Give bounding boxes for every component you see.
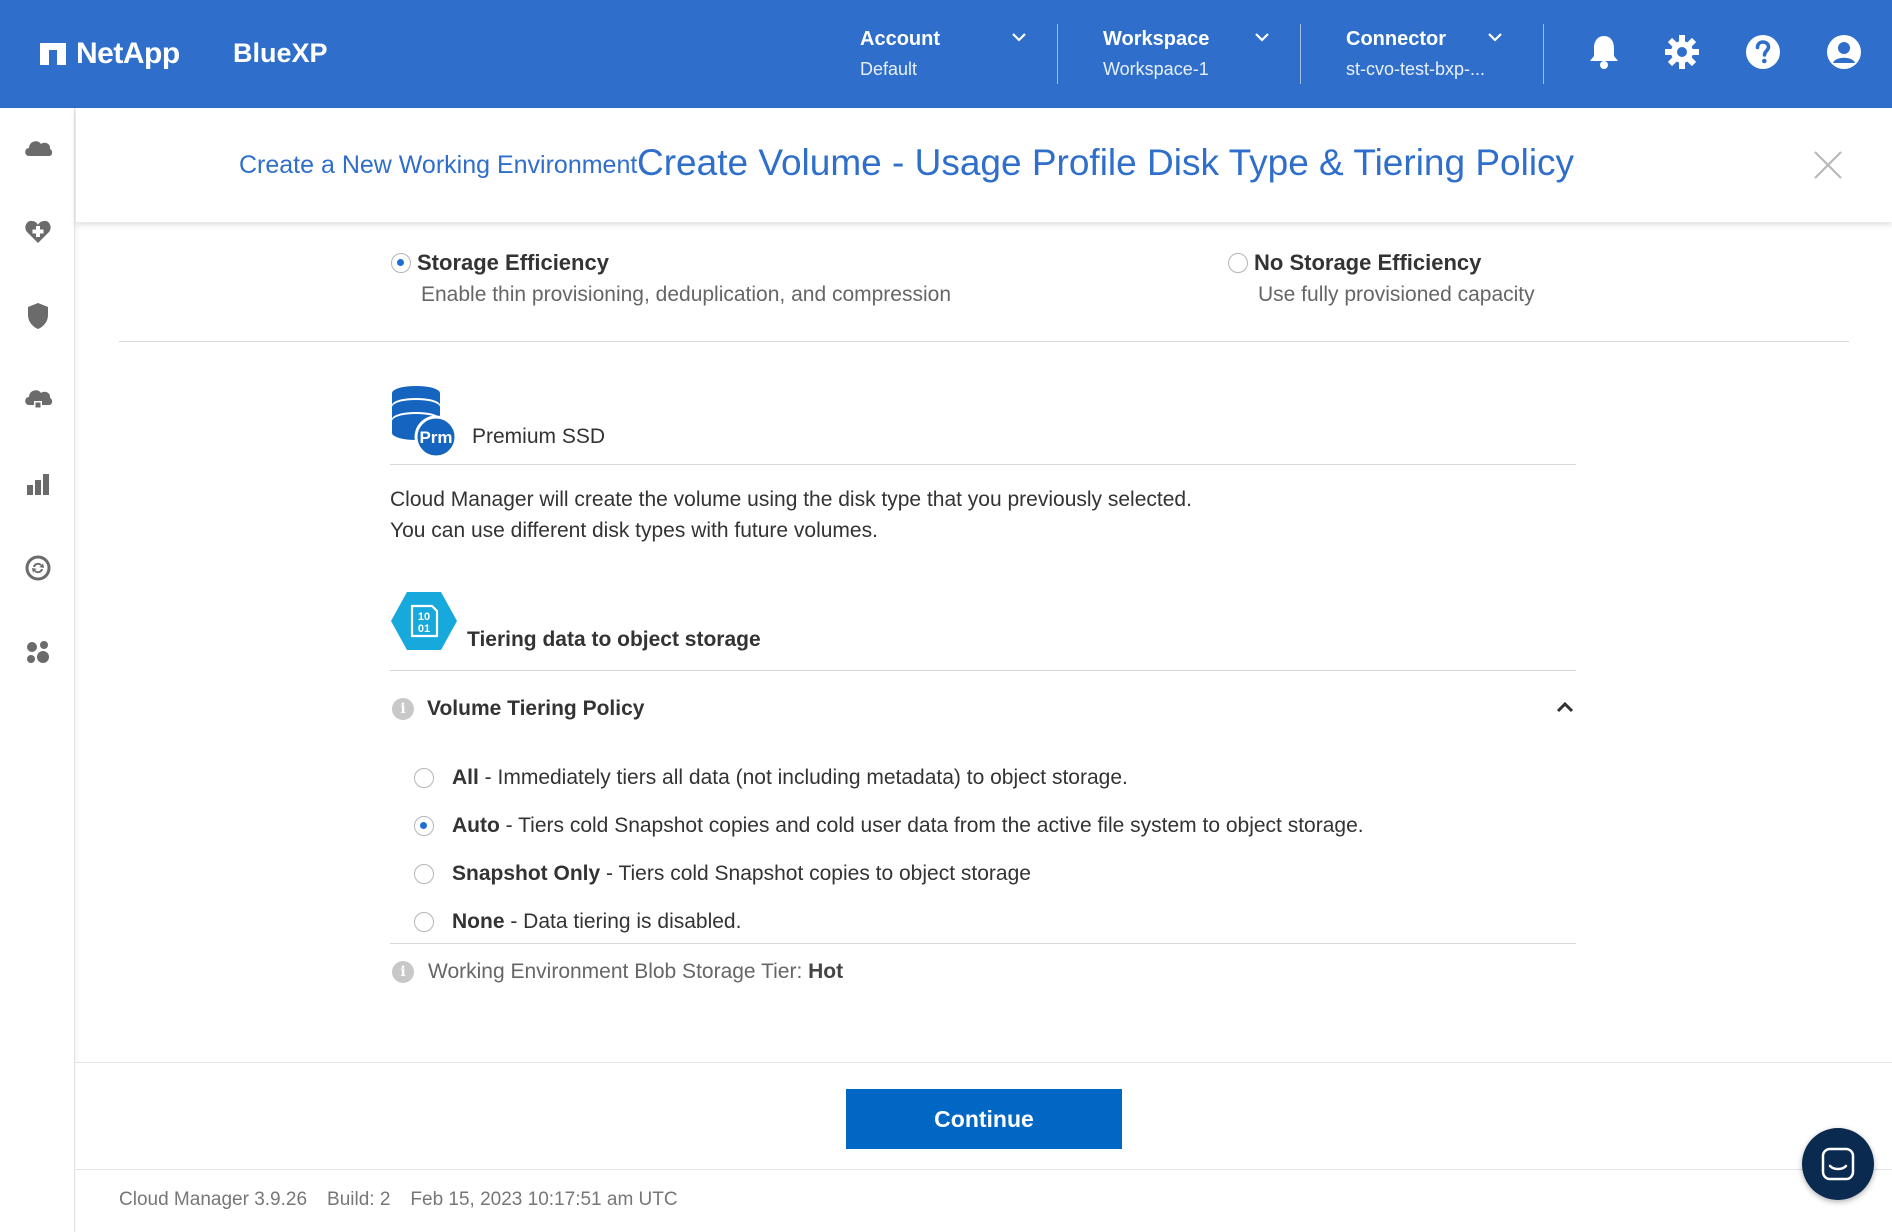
netapp-logo[interactable]: NetApp	[40, 34, 180, 74]
tiering-all-radio[interactable]	[414, 768, 434, 788]
account-selector[interactable]: Account Default	[860, 24, 1050, 84]
workspace-selector[interactable]: Workspace Workspace-1	[1103, 24, 1293, 84]
tiering-auto-radio[interactable]	[414, 816, 434, 836]
disk-description-line-2: You can use different disk types with fu…	[390, 519, 878, 542]
gear-icon[interactable]	[1662, 32, 1702, 72]
tiering-option-description: - Data tiering is disabled.	[504, 910, 742, 933]
bell-icon[interactable]	[1584, 32, 1624, 72]
storage-icon[interactable]	[20, 130, 56, 166]
applications-icon[interactable]	[20, 634, 56, 670]
workspace-value: Workspace-1	[1103, 59, 1209, 79]
tiering-option-description: - Tiers cold Snapshot copies to object s…	[600, 862, 1031, 885]
governance-icon[interactable]	[20, 382, 56, 418]
premium-ssd-disk-icon: Prm	[392, 386, 458, 457]
version-text: Cloud Manager 3.9.26	[119, 1189, 308, 1210]
info-icon[interactable]: i	[392, 698, 414, 720]
disk-description-line-1: Cloud Manager will create the volume usi…	[390, 488, 1192, 511]
left-sidebar	[0, 108, 75, 1232]
dialog-footer: Continue Cloud Manager 3.9.26 Build: 2 F…	[76, 1062, 1892, 1232]
dialog-header: Create a New Working Environment Create …	[76, 108, 1892, 222]
top-navigation-bar: NetApp BlueXP Account Default Workspace …	[0, 0, 1892, 108]
tiering-icon-text-bottom: 01	[418, 623, 430, 635]
tiering-snapshot-only-radio[interactable]	[414, 864, 434, 884]
storage-efficiency-description: Enable thin provisioning, deduplication,…	[421, 283, 952, 306]
tiering-option-all[interactable]: All - Immediately tiers all data (not in…	[414, 763, 1128, 793]
tiering-option-name: Auto	[452, 814, 500, 837]
blob-storage-tier: Working Environment Blob Storage Tier: H…	[428, 960, 843, 984]
dialog-content: Storage Efficiency Enable thin provision…	[76, 222, 1892, 1062]
no-storage-efficiency-radio[interactable]	[1228, 253, 1248, 273]
build-timestamp: Feb 15, 2023 10:17:51 am UTC	[410, 1189, 678, 1210]
storage-efficiency-radio[interactable]	[391, 253, 411, 273]
tiering-icon-text-top: 10	[418, 611, 430, 623]
header-divider	[1057, 24, 1058, 84]
tiering-option-auto[interactable]: Auto - Tiers cold Snapshot copies and co…	[414, 811, 1364, 841]
chat-button[interactable]	[1802, 1128, 1874, 1200]
brand-name: NetApp	[76, 37, 180, 70]
tiering-option-none[interactable]: None - Data tiering is disabled.	[414, 907, 741, 937]
tiering-option-description: - Tiers cold Snapshot copies and cold us…	[499, 814, 1364, 837]
breadcrumb[interactable]: Create a New Working Environment	[239, 151, 637, 180]
chat-icon	[1821, 1147, 1855, 1181]
chevron-down-icon	[1488, 33, 1502, 42]
connector-value: st-cvo-test-bxp-...	[1346, 59, 1486, 79]
tiering-option-name: All	[452, 766, 479, 789]
divider	[76, 1169, 1892, 1170]
chevron-down-icon	[1012, 33, 1026, 42]
tiering-none-radio[interactable]	[414, 912, 434, 932]
header-divider	[1300, 24, 1301, 84]
tiering-icon: 10 01	[391, 592, 457, 650]
protection-icon[interactable]	[20, 298, 56, 334]
page-title: Create Volume - Usage Profile Disk Type …	[637, 142, 1575, 183]
no-storage-efficiency-description: Use fully provisioned capacity	[1258, 283, 1535, 306]
sync-icon[interactable]	[20, 550, 56, 586]
divider	[119, 341, 1849, 342]
connector-label: Connector	[1346, 28, 1446, 50]
product-name: BlueXP	[233, 38, 328, 68]
chevron-up-icon[interactable]	[1554, 698, 1576, 716]
divider	[390, 943, 1576, 944]
disk-type-title: Premium SSD	[472, 425, 606, 448]
version-info: Cloud Manager 3.9.26 Build: 2 Feb 15, 20…	[119, 1189, 678, 1211]
tiering-option-description: - Immediately tiers all data (not includ…	[478, 766, 1128, 789]
volume-tiering-policy-label: Volume Tiering Policy	[427, 697, 645, 720]
chevron-down-icon	[1255, 33, 1269, 42]
divider	[390, 464, 1576, 465]
tiering-title: Tiering data to object storage	[467, 628, 761, 651]
tiering-option-snapshot-only[interactable]: Snapshot Only - Tiers cold Snapshot copi…	[414, 859, 1031, 889]
no-storage-efficiency-title: No Storage Efficiency	[1254, 250, 1482, 275]
storage-efficiency-title: Storage Efficiency	[417, 250, 609, 275]
info-icon[interactable]: i	[392, 961, 414, 983]
blob-storage-tier-label: Working Environment Blob Storage Tier:	[428, 960, 809, 983]
netapp-logo-mark-icon	[40, 43, 66, 65]
close-icon[interactable]	[1811, 148, 1845, 182]
analytics-icon[interactable]	[20, 466, 56, 502]
divider	[390, 670, 1576, 671]
help-icon[interactable]	[1743, 32, 1783, 72]
user-icon[interactable]	[1824, 32, 1864, 72]
blob-storage-tier-value: Hot	[808, 960, 844, 983]
health-icon[interactable]	[20, 214, 56, 250]
connector-selector[interactable]: Connector st-cvo-test-bxp-...	[1346, 24, 1536, 84]
header-divider	[1543, 24, 1544, 84]
premium-badge: Prm	[419, 428, 452, 447]
tiering-option-name: None	[452, 910, 505, 933]
tiering-option-name: Snapshot Only	[452, 862, 601, 885]
account-value: Default	[860, 59, 918, 79]
continue-button[interactable]: Continue	[846, 1089, 1122, 1149]
build-text: Build: 2	[327, 1189, 391, 1210]
